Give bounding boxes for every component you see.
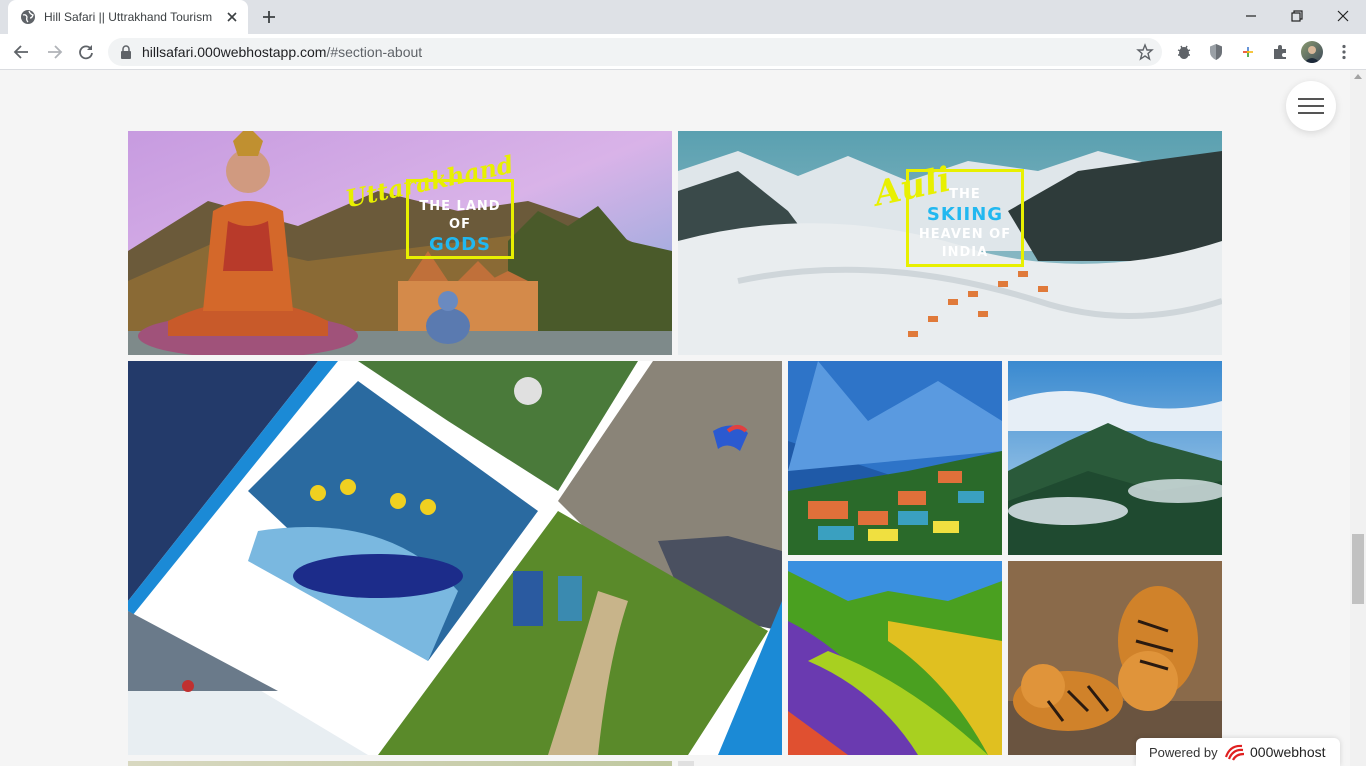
caption-line2: SKIING <box>926 204 1004 225</box>
browser-toolbar: hillsafari.000webhostapp.com/#section-ab… <box>0 34 1366 70</box>
gallery-tile-valley-of-flowers[interactable] <box>788 561 1002 755</box>
caption-line2: OF <box>449 217 471 232</box>
powered-by-badge[interactable]: Powered by 000webhost <box>1136 738 1340 766</box>
shield-icon[interactable] <box>1206 42 1226 62</box>
puzzle-icon[interactable] <box>1270 42 1290 62</box>
powered-by-brand: 000webhost <box>1250 744 1326 760</box>
caption-box-auli: THE SKIING HEAVEN OF INDIA <box>906 169 1024 267</box>
hamburger-menu-button[interactable] <box>1286 81 1336 131</box>
reload-icon[interactable] <box>76 42 96 62</box>
restore-icon[interactable] <box>1287 6 1307 26</box>
profile-avatar[interactable] <box>1301 41 1323 63</box>
valley-of-flowers-photo <box>788 561 1002 755</box>
close-icon[interactable] <box>224 9 240 25</box>
caption-line3: GODS <box>429 234 491 255</box>
caption-box-uttarakhand: THE LAND OF GODS <box>406 179 514 259</box>
back-icon[interactable] <box>12 42 32 62</box>
caption-line1: THE <box>949 187 981 202</box>
lock-icon[interactable] <box>120 45 132 59</box>
hamburger-icon-line <box>1298 105 1324 107</box>
scroll-thumb[interactable] <box>1352 534 1364 604</box>
plus-icon[interactable] <box>260 8 278 26</box>
gallery-tile-next-row[interactable] <box>128 761 672 766</box>
adventure-collage-photo <box>128 361 782 755</box>
kebab-menu-icon[interactable] <box>1334 42 1354 62</box>
avatar-icon <box>1304 46 1320 63</box>
gallery-tile-hill-town[interactable] <box>788 361 1002 555</box>
tab-title: Hill Safari || Uttrakhand Tourism <box>44 10 213 24</box>
gallery-tile-tigers[interactable] <box>1008 561 1222 755</box>
gallery-tile-broken-image[interactable] <box>678 761 694 766</box>
url-path: /#section-about <box>326 44 423 60</box>
close-window-icon[interactable] <box>1333 6 1353 26</box>
scroll-up-arrow-icon[interactable] <box>1354 74 1362 79</box>
hill-town-photo <box>788 361 1002 555</box>
minimize-icon[interactable] <box>1241 6 1261 26</box>
misty-mountains-photo <box>1008 361 1222 555</box>
globe-icon <box>21 10 35 24</box>
tigers-photo <box>1008 561 1222 755</box>
powered-by-label: Powered by <box>1149 745 1218 760</box>
hamburger-icon <box>1298 98 1324 100</box>
tab-strip: Hill Safari || Uttrakhand Tourism <box>0 0 1366 34</box>
caption-line4: INDIA <box>941 245 989 260</box>
webhost-logo-icon <box>1224 744 1245 761</box>
gallery-tile-adventure[interactable] <box>128 361 782 755</box>
browser-tab[interactable]: Hill Safari || Uttrakhand Tourism <box>8 0 248 34</box>
hamburger-icon-line <box>1298 112 1324 114</box>
address-bar[interactable]: hillsafari.000webhostapp.com/#section-ab… <box>108 38 1162 66</box>
star-icon[interactable] <box>1136 43 1154 61</box>
caption-line1: THE LAND <box>419 199 501 214</box>
gallery-tile-auli[interactable]: Auli THE SKIING HEAVEN OF INDIA <box>678 131 1222 355</box>
page-viewport: Uttarakhand THE LAND OF GODS Auli THE SK… <box>0 70 1350 766</box>
bug-icon[interactable] <box>1174 42 1194 62</box>
forward-icon[interactable] <box>44 42 64 62</box>
url-text[interactable]: hillsafari.000webhostapp.com/#section-ab… <box>142 44 422 60</box>
gallery-tile-misty-mountains[interactable] <box>1008 361 1222 555</box>
page-scrollbar[interactable] <box>1350 70 1366 766</box>
gallery-tile-uttarakhand[interactable]: Uttarakhand THE LAND OF GODS <box>128 131 672 355</box>
uttarakhand-photo <box>128 131 672 355</box>
url-host: hillsafari.000webhostapp.com <box>142 44 327 60</box>
caption-line3: HEAVEN OF <box>918 227 1012 242</box>
sparkle-icon[interactable] <box>1238 42 1258 62</box>
